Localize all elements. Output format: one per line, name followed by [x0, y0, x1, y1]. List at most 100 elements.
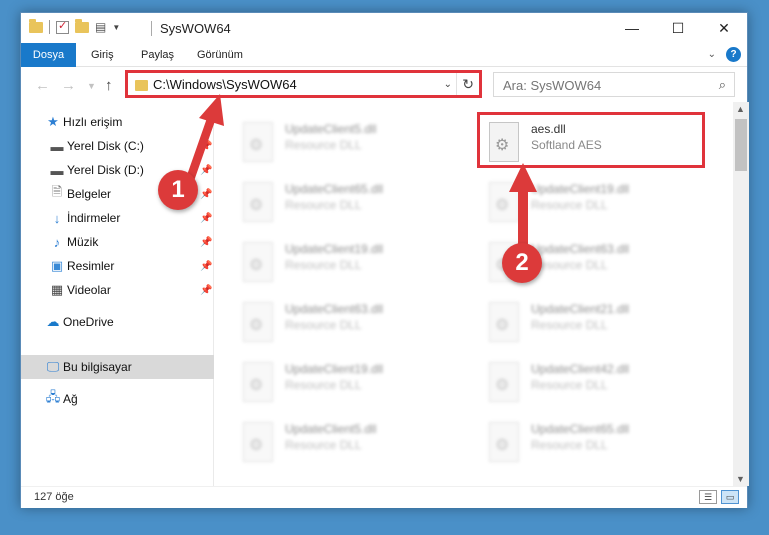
file-name: UpdateClient65.dll — [531, 422, 630, 436]
file-type: Resource DLL — [531, 318, 608, 332]
folder-icon — [29, 18, 43, 33]
recent-locations-icon[interactable]: ▼ — [87, 81, 96, 91]
file-type: Resource DLL — [285, 198, 362, 212]
details-view-icon[interactable]: ☰ — [699, 490, 717, 504]
forward-icon[interactable]: → — [61, 77, 76, 94]
customize-dropdown-icon[interactable]: ▼ — [112, 23, 120, 32]
dll-file-icon — [243, 422, 273, 462]
new-folder-icon[interactable] — [75, 18, 89, 33]
pin-icon[interactable]: 📌 — [200, 285, 212, 296]
vertical-scrollbar[interactable]: ▲ ▼ — [733, 102, 749, 486]
address-row: ← → ▼ ↑ C:\Windows\SysWOW64 ⌄ ↻ ⌕ — [21, 68, 747, 102]
documents-icon: 🗎 — [51, 184, 63, 199]
properties-check-icon[interactable] — [56, 19, 69, 34]
file-name: UpdateClient42.dll — [531, 362, 630, 376]
nav-label: Müzik — [67, 235, 99, 249]
nav-label: Ağ — [63, 392, 78, 406]
pin-icon[interactable]: 📌 — [200, 261, 212, 272]
list-item[interactable]: UpdateClient21.dll Resource DLL — [481, 294, 701, 352]
computer-icon: 🖵 — [46, 359, 60, 374]
divider — [49, 20, 50, 34]
nav-this-pc[interactable]: 🖵 Bu bilgisayar — [21, 355, 214, 379]
videos-icon: ▦ — [50, 282, 64, 297]
nav-item-local-disk-c[interactable]: ▬ Yerel Disk (C:) 📌 — [21, 134, 214, 158]
file-type: Resource DLL — [531, 198, 608, 212]
nav-item-downloads[interactable]: ↓ İndirmeler 📌 — [21, 206, 214, 230]
nav-item-videos[interactable]: ▦ Videolar 📌 — [21, 278, 214, 302]
ribbon-right: ⌄ ? — [708, 47, 741, 62]
nav-label: İndirmeler — [67, 211, 121, 225]
scroll-down-icon[interactable]: ▼ — [736, 474, 745, 484]
dll-file-icon — [489, 422, 519, 462]
list-item[interactable]: UpdateClient5.dll Resource DLL — [235, 114, 455, 172]
pin-icon[interactable]: 📌 — [200, 213, 212, 224]
navigation-pane: ★ Hızlı erişim ▬ Yerel Disk (C:) 📌 ▬ Yer… — [21, 102, 214, 486]
tab-share[interactable]: Paylaş — [131, 43, 184, 67]
nav-label: Hızlı erişim — [63, 115, 123, 129]
close-button[interactable]: ✕ — [701, 13, 747, 43]
explorer-window: ▤ ▼ SysWOW64 — ☐ ✕ Dosya Giriş Paylaş Gö… — [20, 12, 749, 508]
file-name: UpdateClient5.dll — [285, 122, 377, 136]
title-bar: ▤ ▼ SysWOW64 — ☐ ✕ — [21, 13, 747, 43]
file-name: UpdateClient63.dll — [531, 242, 630, 256]
file-name: UpdateClient19.dll — [285, 242, 384, 256]
list-item[interactable]: UpdateClient63.dll Resource DLL — [235, 294, 455, 352]
dll-file-icon — [489, 362, 519, 402]
star-icon: ★ — [47, 114, 59, 129]
file-type: Resource DLL — [285, 438, 362, 452]
file-name: UpdateClient21.dll — [531, 302, 630, 316]
search-input[interactable] — [503, 78, 703, 93]
window-title: SysWOW64 — [160, 21, 231, 36]
nav-item-pictures[interactable]: ▣ Resimler 📌 — [21, 254, 214, 278]
file-type: Resource DLL — [285, 138, 362, 152]
file-name: UpdateClient63.dll — [285, 302, 384, 316]
music-icon: ♪ — [53, 234, 61, 250]
file-type: Resource DLL — [285, 258, 362, 272]
nav-item-music[interactable]: ♪ Müzik 📌 — [21, 230, 214, 254]
nav-network[interactable]: 🖧 Ağ — [21, 387, 214, 411]
search-icon[interactable]: ⌕ — [719, 77, 726, 93]
nav-label: Yerel Disk (D:) — [67, 163, 144, 177]
pin-icon[interactable]: 📌 — [200, 189, 212, 200]
file-name: UpdateClient5.dll — [285, 422, 377, 436]
file-name: UpdateClient19.dll — [531, 182, 630, 196]
back-icon[interactable]: ← — [35, 77, 50, 94]
help-icon[interactable]: ? — [726, 47, 741, 62]
status-bar: 127 öğe ☰ ▭ — [21, 486, 747, 508]
pin-icon[interactable]: 📌 — [200, 141, 212, 152]
nav-quick-access[interactable]: ★ Hızlı erişim — [21, 110, 214, 134]
properties-icon[interactable]: ▤ — [95, 20, 106, 34]
nav-label: Belgeler — [67, 187, 112, 201]
expand-ribbon-icon[interactable]: ⌄ — [708, 49, 716, 60]
search-box[interactable]: ⌕ — [493, 72, 735, 97]
list-item[interactable]: UpdateClient42.dll Resource DLL — [481, 354, 701, 412]
list-item[interactable]: UpdateClient19.dll Resource DLL — [235, 354, 455, 412]
view-switcher: ☰ ▭ — [699, 490, 739, 504]
pin-icon[interactable]: 📌 — [200, 165, 212, 176]
dll-file-icon — [489, 302, 519, 342]
tab-file[interactable]: Dosya — [21, 43, 76, 67]
list-item[interactable]: UpdateClient19.dll Resource DLL — [481, 174, 701, 232]
drive-icon: ▬ — [50, 162, 64, 178]
file-type: Resource DLL — [531, 258, 608, 272]
file-list: UpdateClient5.dll Resource DLL UpdateCli… — [215, 102, 733, 486]
file-type: Resource DLL — [531, 438, 608, 452]
tiles-view-icon[interactable]: ▭ — [721, 490, 739, 504]
pin-icon[interactable]: 📌 — [200, 237, 212, 248]
scroll-up-icon[interactable]: ▲ — [736, 104, 745, 114]
maximize-button[interactable]: ☐ — [655, 13, 701, 43]
aes-highlight-box — [477, 112, 705, 168]
file-type: Resource DLL — [285, 378, 362, 392]
scroll-thumb[interactable] — [735, 119, 747, 171]
tab-view[interactable]: Görünüm — [187, 43, 253, 67]
divider — [151, 21, 152, 36]
list-item[interactable]: UpdateClient19.dll Resource DLL — [235, 234, 455, 292]
nav-onedrive[interactable]: ☁ OneDrive — [21, 310, 214, 334]
up-icon[interactable]: ↑ — [105, 77, 113, 94]
list-item[interactable]: UpdateClient65.dll Resource DLL — [235, 174, 455, 232]
dll-file-icon — [243, 302, 273, 342]
tab-home[interactable]: Giriş — [81, 43, 124, 67]
list-item[interactable]: UpdateClient5.dll Resource DLL — [235, 414, 455, 472]
minimize-button[interactable]: — — [609, 13, 655, 43]
list-item[interactable]: UpdateClient65.dll Resource DLL — [481, 414, 701, 472]
